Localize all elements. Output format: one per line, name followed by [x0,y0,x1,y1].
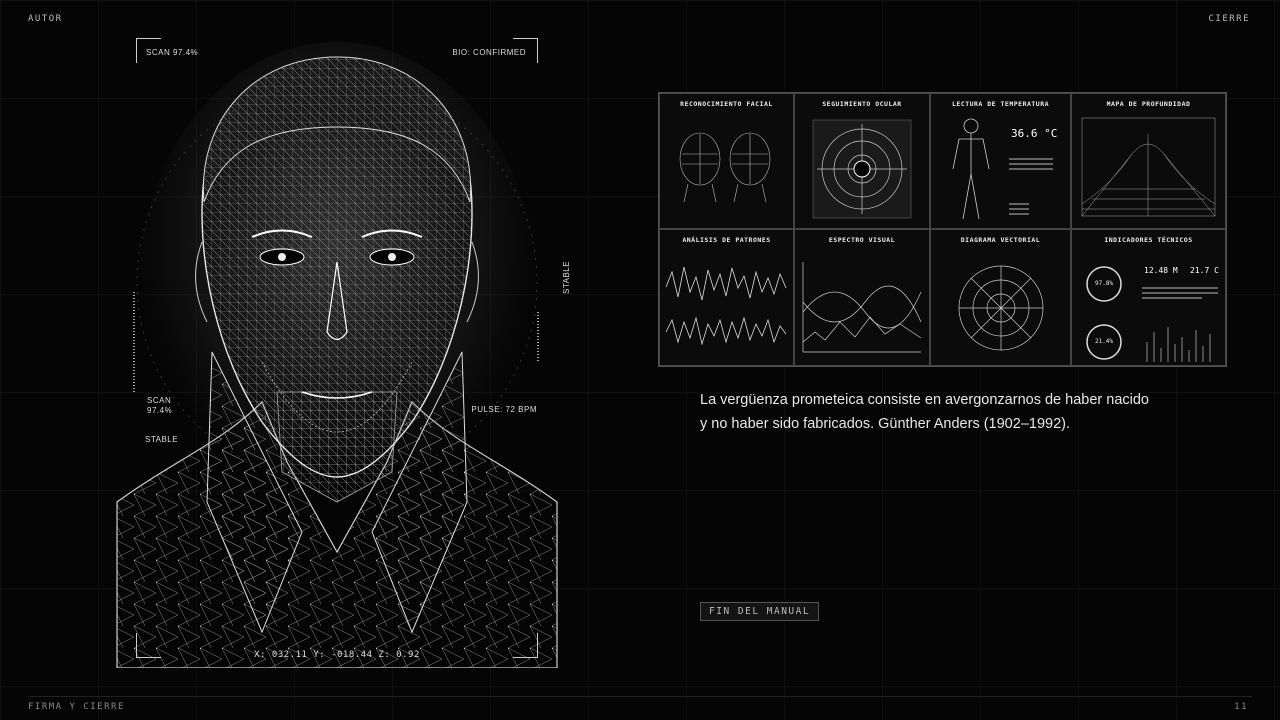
panel-title: INDICADORES TÉCNICOS [1104,236,1193,244]
bio-status: BIO: CONFIRMED [452,48,526,57]
temperature-bars [1009,158,1053,215]
polar-diagram-icon [958,265,1044,351]
panel-title: ANÁLISIS DE PATRONES [682,236,771,244]
panel-title: SEGUIMIENTO OCULAR [822,100,902,108]
indicator-bars [1142,287,1218,362]
panel-title: DIAGRAMA VECTORIAL [960,236,1041,244]
waveform-icon [665,266,787,346]
eye-icon [812,119,912,219]
ring-gauge-a-value: 97.8% [1094,280,1114,287]
quote-text: La vergüenza prometeica consiste en aver… [700,388,1180,436]
panel-depth-map: MAPA DE PROFUNDIDAD [1071,93,1226,229]
panel-visual-spectrum: ESPECTRO VISUAL [794,229,930,366]
panel-eye-tracking: SEGUIMIENTO OCULAR [794,93,930,229]
panel-temperature: LECTURA DE TEMPERATURA 36.6 °C [930,93,1071,229]
stable-left-label: STABLE [145,435,179,444]
panel-vector-diagram: DIAGRAMA VECTORIAL [930,229,1071,366]
panel-title: MAPA DE PROFUNDIDAD [1106,100,1191,108]
indicator-value-b: 21.7 C [1190,266,1219,275]
human-body-icon [952,118,990,220]
footer-divider [28,696,1252,697]
spectrum-chart-icon [802,262,922,353]
panel-title: RECONOCIMIENTO FACIAL [680,100,773,108]
ring-gauge-b-value: 21.4% [1094,338,1114,345]
panel-facial-recognition: RECONOCIMIENTO FACIAL [659,93,794,229]
scan-side-value: 97.4% [147,406,173,415]
stable-right-label: STABLE [562,260,571,294]
wireframe-face-image [116,42,558,669]
panel-title: LECTURA DE TEMPERATURA [951,100,1050,108]
header-right-label: CIERRE [1208,14,1250,24]
panel-technical-indicators: INDICADORES TÉCNICOS 97.8% 21.4% 12.48 M… [1071,229,1226,366]
quote-line-1: La vergüenza prometeica consiste en aver… [700,392,1149,408]
coordinates-readout: X: 032.11 Y: -018.44 Z: 0.92 [254,650,420,660]
footer-section-label: FIRMA Y CIERRE [28,702,125,712]
temperature-value: 36.6 °C [1011,127,1058,140]
indicator-value-a: 12.48 M [1144,266,1178,275]
panel-title: ESPECTRO VISUAL [828,236,896,244]
page-number: 11 [1234,702,1248,712]
quote-line-2: y no haber sido fabricados. Günther Ande… [700,416,1070,432]
face-scan-icon [679,132,771,203]
author-portrait: SCAN 97.4% BIO: CONFIRMED SCAN 97.4% STA… [112,32,571,669]
scan-top-readout: SCAN 97.4% [146,48,199,57]
biometric-dashboard: RECONOCIMIENTO FACIAL SEGUIMIENTO OCULAR… [658,92,1227,367]
depth-mesh-icon [1081,117,1216,217]
scan-side-label: SCAN [147,396,172,405]
panel-pattern-analysis: ANÁLISIS DE PATRONES [659,229,794,366]
end-of-manual-button[interactable]: FIN DEL MANUAL [700,602,820,621]
header-left-label: AUTOR [28,14,63,24]
pulse-readout: PULSE: 72 BPM [471,405,537,414]
